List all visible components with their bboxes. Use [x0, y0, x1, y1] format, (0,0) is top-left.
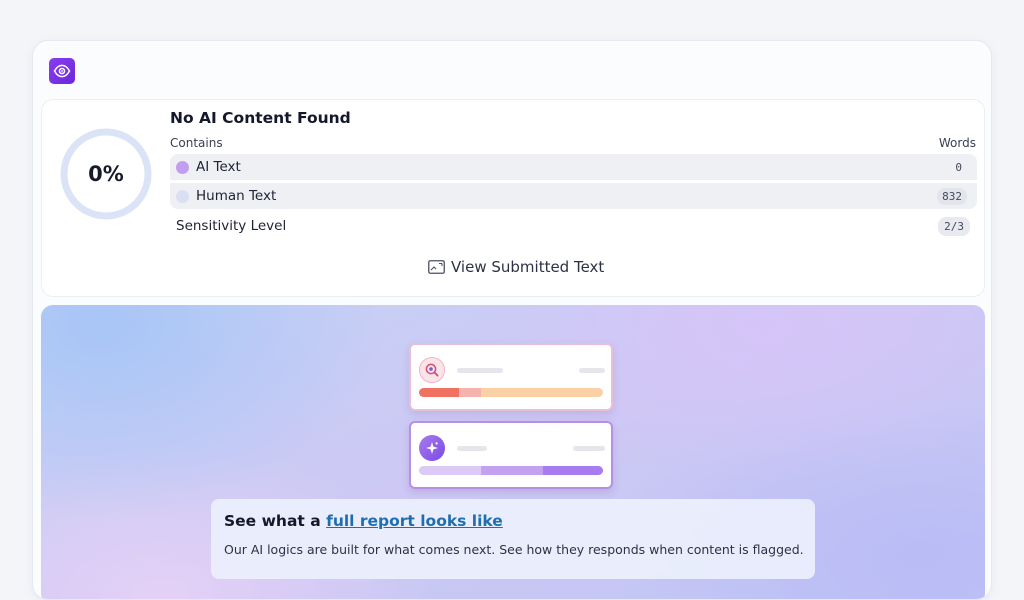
ai-text-row: AI Text 0: [170, 154, 977, 180]
human-text-count: 832: [937, 187, 967, 205]
view-submitted-text-button[interactable]: View Submitted Text: [428, 258, 604, 276]
preview-bar-flagged: [419, 388, 603, 397]
contains-column-header: Contains: [170, 136, 223, 150]
magnifier-eye-icon: [419, 357, 445, 383]
preview-placeholder-line: [573, 446, 605, 451]
ai-percentage-value: 0%: [88, 162, 124, 186]
ai-text-count: 0: [955, 160, 962, 174]
document-frame-icon: [428, 260, 445, 274]
preview-placeholder-line: [457, 368, 503, 373]
report-preview-promo: See what a full report looks like Our AI…: [41, 305, 985, 599]
promo-message-box: See what a full report looks like Our AI…: [211, 499, 815, 579]
promo-heading: See what a full report looks like: [224, 512, 802, 530]
sparkle-icon: [419, 435, 445, 461]
view-submitted-text-label: View Submitted Text: [451, 258, 605, 276]
detector-panel: 0% No AI Content Found Contains Words AI…: [32, 40, 992, 600]
results-card: 0% No AI Content Found Contains Words AI…: [41, 99, 985, 297]
ai-text-dot: [176, 160, 189, 174]
ai-percentage-ring: 0%: [58, 126, 154, 222]
preview-card-ai: [409, 421, 613, 489]
human-text-label: Human Text: [196, 188, 277, 204]
preview-bar-ai: [419, 466, 603, 475]
words-column-header: Words: [938, 136, 976, 150]
human-text-dot: [176, 189, 189, 203]
sensitivity-label: Sensitivity Level: [176, 218, 287, 234]
preview-card-flagged: [409, 343, 613, 411]
promo-description: Our AI logics are built for what comes n…: [224, 542, 804, 557]
preview-placeholder-line: [457, 446, 487, 451]
preview-placeholder-line: [579, 368, 605, 373]
ai-text-label: AI Text: [196, 159, 241, 175]
result-title: No AI Content Found: [170, 109, 351, 127]
full-report-link[interactable]: full report looks like: [326, 512, 503, 530]
sensitivity-value: 2/3: [938, 217, 970, 236]
human-text-row: Human Text 832: [170, 183, 977, 209]
promo-heading-prefix: See what a: [224, 512, 321, 530]
eye-icon: [49, 58, 75, 84]
